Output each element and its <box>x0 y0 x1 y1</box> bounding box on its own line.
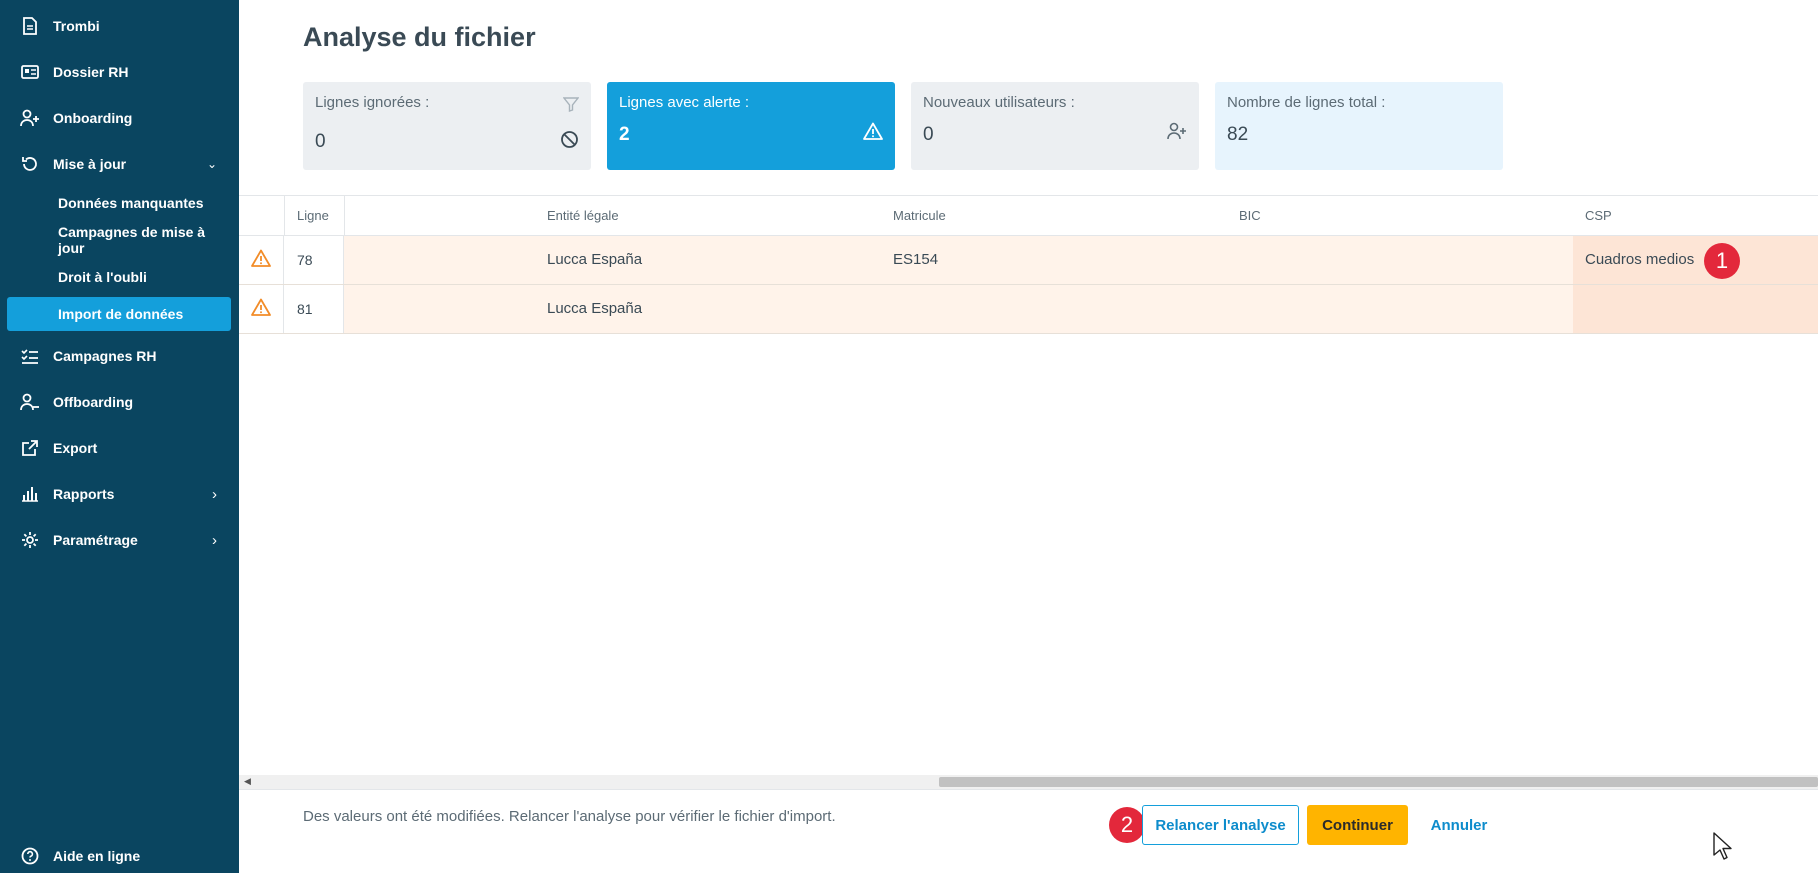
cell-entite-legale[interactable]: Lucca España <box>547 300 642 317</box>
card-title: Lignes ignorées : <box>315 94 430 111</box>
refresh-icon <box>20 154 40 174</box>
row-warning <box>239 236 284 284</box>
checklist-icon <box>20 346 40 366</box>
card-title: Nouveaux utilisateurs : <box>923 94 1075 111</box>
sidebar-subitem-campagnes-mise-a-jour[interactable]: Campagnes de mise à jour <box>7 223 231 257</box>
sidebar-subitem-label: Données manquantes <box>58 195 204 211</box>
card-title: Lignes avec alerte : <box>619 94 750 111</box>
sidebar-item-label: Rapports <box>53 486 115 502</box>
sidebar-item-label: Trombi <box>53 18 100 34</box>
sidebar-item-label: Aide en ligne <box>53 848 141 864</box>
sidebar-item-aide[interactable]: Aide en ligne <box>0 836 239 873</box>
chevron-right-icon: › <box>212 485 217 503</box>
step-badge-2: 2 <box>1109 807 1145 843</box>
sidebar-item-label: Campagnes RH <box>53 348 157 364</box>
card-total-lines: Nombre de lignes total : 82 <box>1215 82 1503 170</box>
user-add-icon <box>1167 122 1187 145</box>
id-card-icon <box>20 62 40 82</box>
sidebar-item-dossier-rh[interactable]: Dossier RH <box>0 52 239 92</box>
scrollbar-thumb[interactable] <box>939 777 1818 787</box>
sidebar-subitem-label: Campagnes de mise à jour <box>58 224 206 256</box>
card-value: 0 <box>315 131 326 152</box>
table-row[interactable]: 81 Lucca España <box>239 285 1818 334</box>
filter-icon <box>562 96 580 117</box>
step-badge-1: 1 <box>1704 243 1740 279</box>
card-title: Nombre de lignes total : <box>1227 94 1386 111</box>
cancel-button[interactable]: Annuler <box>1419 805 1499 845</box>
sidebar: Trombi Dossier RH Onboarding Mise à jour… <box>0 0 239 873</box>
sidebar-item-mise-a-jour[interactable]: Mise à jour ⌄ <box>0 144 239 184</box>
sidebar-item-label: Onboarding <box>53 110 133 126</box>
cell-matricule[interactable]: ES154 <box>893 251 938 268</box>
header-entite-legale[interactable]: Entité légale <box>547 208 619 223</box>
page-title: Analyse du fichier <box>303 22 536 52</box>
sidebar-item-onboarding[interactable]: Onboarding <box>0 98 239 138</box>
cell-csp-highlight[interactable] <box>1573 285 1818 333</box>
sidebar-item-label: Offboarding <box>53 394 134 410</box>
external-link-icon <box>20 438 40 458</box>
cell-csp[interactable]: Cuadros medios <box>1585 251 1694 268</box>
sidebar-item-label: Dossier RH <box>53 64 129 80</box>
sidebar-subitem-label: Import de données <box>58 306 184 322</box>
header-csp[interactable]: CSP <box>1585 208 1612 223</box>
help-circle-icon <box>20 846 40 866</box>
sidebar-subitem-droit-oubli[interactable]: Droit à l'oubli <box>7 260 231 294</box>
scroll-left-icon[interactable]: ◀ <box>244 776 251 787</box>
horizontal-scrollbar[interactable]: ◀ <box>239 775 1818 789</box>
table-row[interactable]: 78 Lucca España ES154 Cuadros medios 1 <box>239 236 1818 285</box>
sidebar-item-campagnes-rh[interactable]: Campagnes RH <box>0 336 239 376</box>
mouse-cursor-icon <box>1712 831 1734 866</box>
sidebar-subitem-import-donnees[interactable]: Import de données <box>7 297 231 331</box>
header-ligne[interactable]: Ligne <box>297 208 329 223</box>
row-warning <box>239 285 284 333</box>
sidebar-item-label: Export <box>53 440 98 456</box>
sidebar-item-label: Paramétrage <box>53 532 138 548</box>
sidebar-item-label: Mise à jour <box>53 156 127 172</box>
warning-icon <box>251 249 271 272</box>
footer-message: Des valeurs ont été modifiées. Relancer … <box>303 808 836 825</box>
chevron-down-icon: ⌄ <box>206 157 217 171</box>
sidebar-item-trombi[interactable]: Trombi <box>0 6 239 46</box>
warning-icon <box>863 122 883 145</box>
blocked-icon <box>560 130 579 154</box>
chevron-right-icon: › <box>212 531 217 549</box>
card-alert-lines[interactable]: Lignes avec alerte : 2 <box>607 82 895 170</box>
header-matricule[interactable]: Matricule <box>893 208 946 223</box>
card-new-users[interactable]: Nouveaux utilisateurs : 0 <box>911 82 1199 170</box>
table-header: Ligne Entité légale Matricule BIC CSP <box>239 195 1818 237</box>
card-value: 0 <box>923 124 934 145</box>
user-add-icon <box>20 108 40 128</box>
cell-entite-legale[interactable]: Lucca España <box>547 251 642 268</box>
sidebar-item-rapports[interactable]: Rapports › <box>0 474 239 514</box>
continue-button[interactable]: Continuer <box>1307 805 1408 845</box>
gear-icon <box>20 530 40 550</box>
sidebar-item-export[interactable]: Export <box>0 428 239 468</box>
header-bic[interactable]: BIC <box>1239 208 1261 223</box>
document-icon <box>20 16 40 36</box>
card-value: 82 <box>1227 124 1249 145</box>
bar-chart-icon <box>20 484 40 504</box>
sidebar-subitem-donnees-manquantes[interactable]: Données manquantes <box>7 186 231 220</box>
footer-bar: Des valeurs ont été modifiées. Relancer … <box>239 789 1818 873</box>
sidebar-item-parametrage[interactable]: Paramétrage › <box>0 520 239 560</box>
card-value: 2 <box>619 124 630 145</box>
warning-icon <box>251 298 271 321</box>
user-remove-icon <box>20 392 40 412</box>
relaunch-analysis-button[interactable]: Relancer l'analyse <box>1142 805 1299 845</box>
card-ignored-lines[interactable]: Lignes ignorées : 0 <box>303 82 591 170</box>
cell-ligne: 81 <box>284 285 344 333</box>
sidebar-item-offboarding[interactable]: Offboarding <box>0 382 239 422</box>
sidebar-subitem-label: Droit à l'oubli <box>58 269 147 285</box>
cell-ligne: 78 <box>284 236 344 284</box>
